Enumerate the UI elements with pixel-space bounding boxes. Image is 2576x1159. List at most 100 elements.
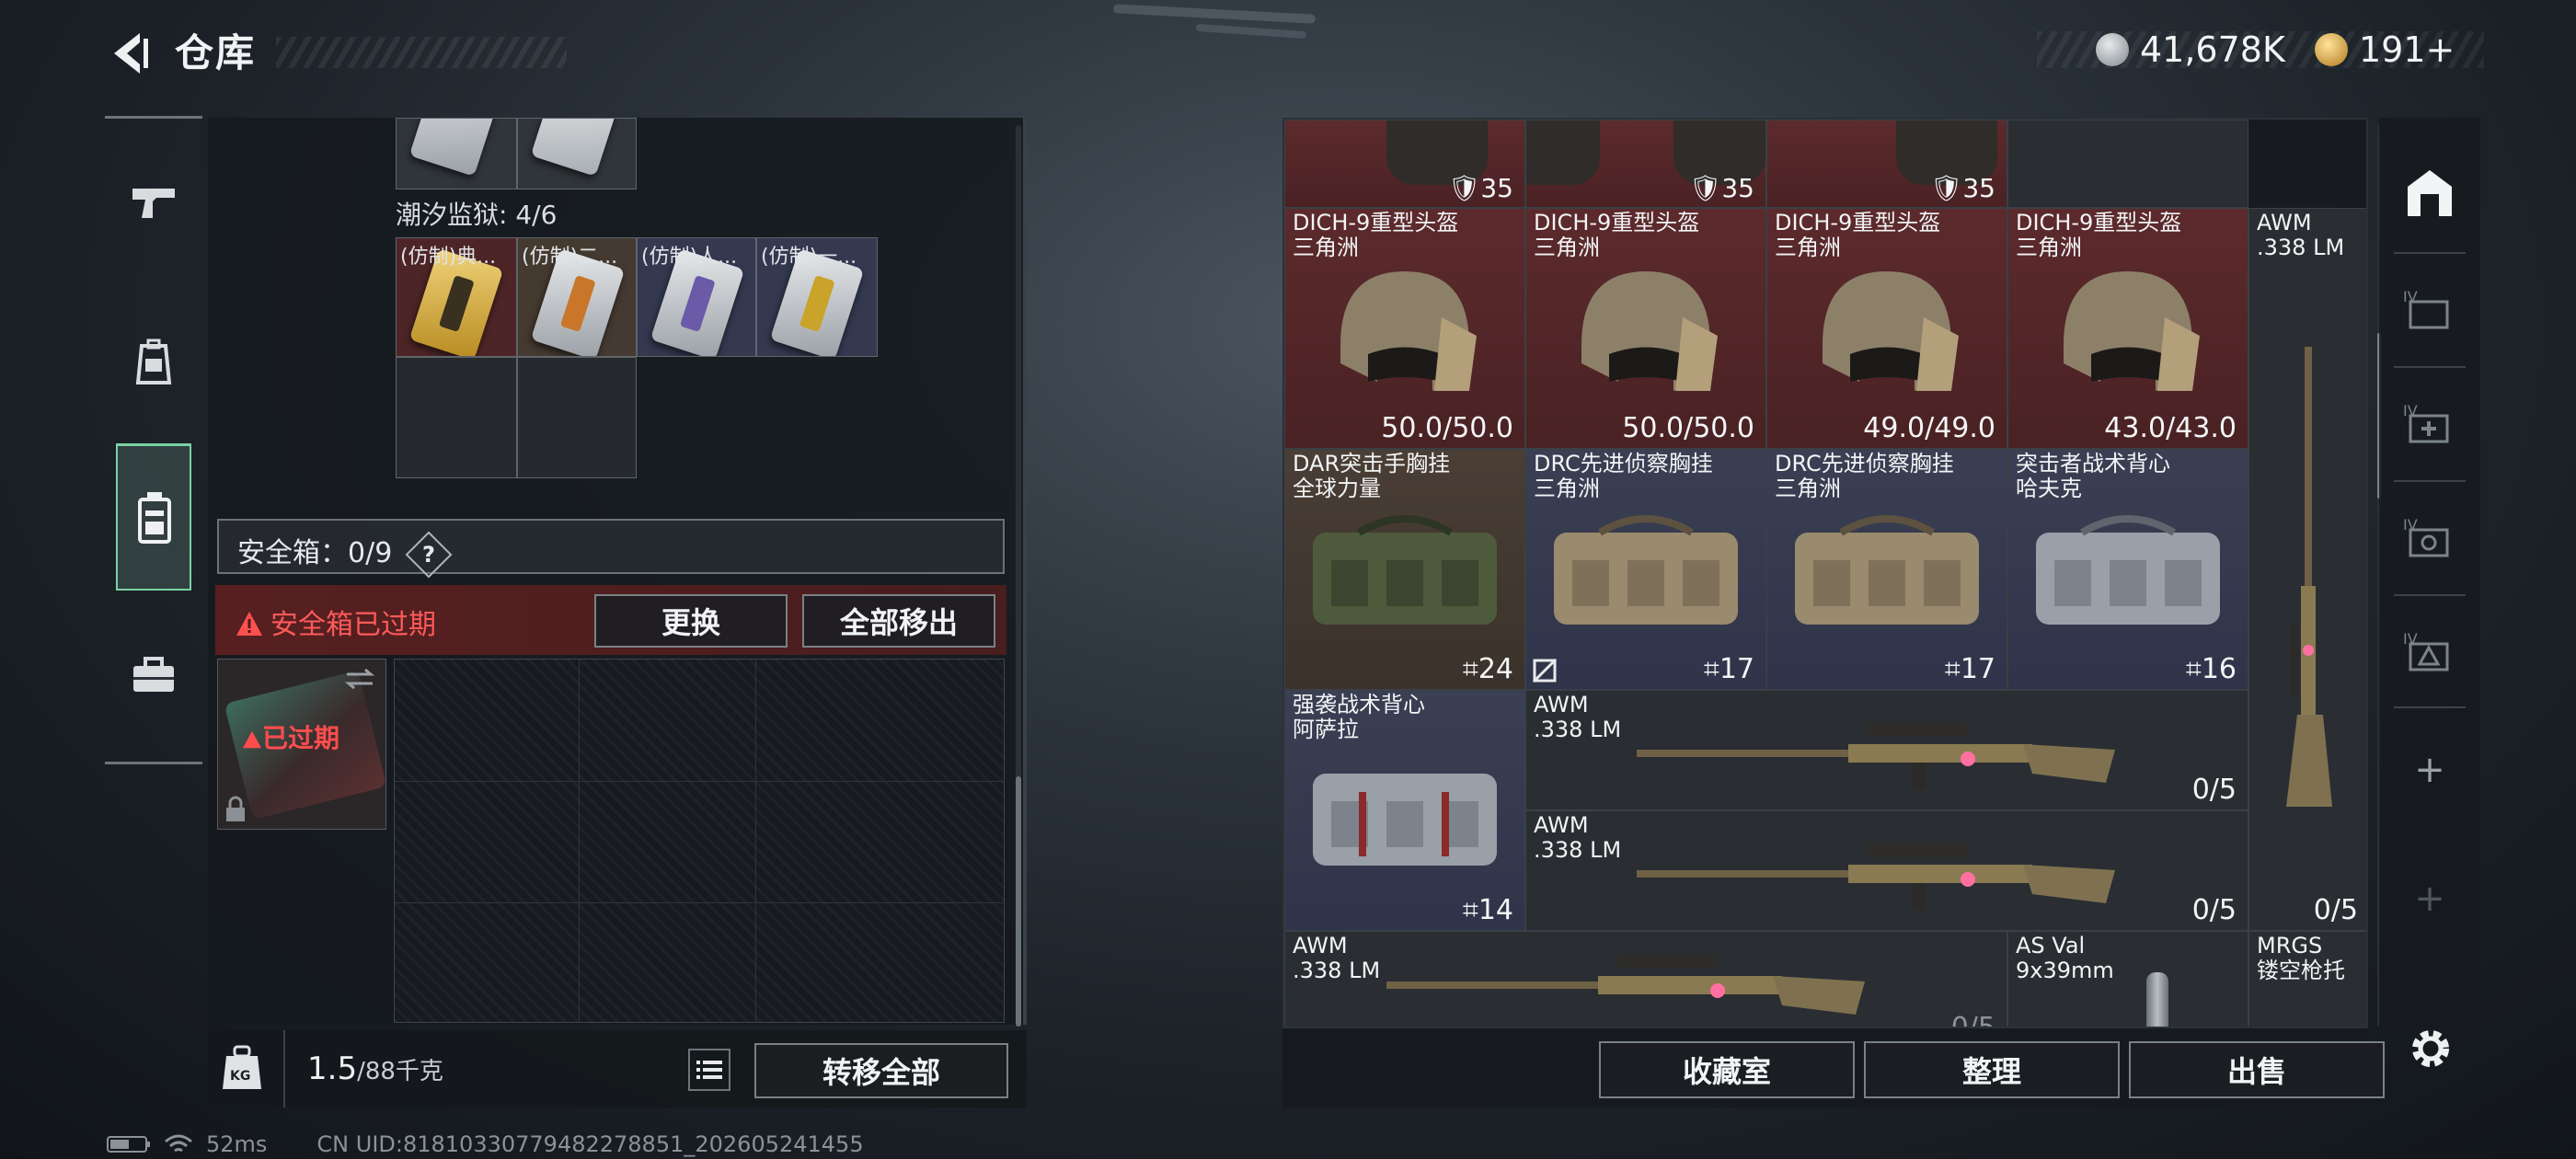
- helmet-item[interactable]: DICH-9重型头盔 三角洲 49.0/49.0: [1766, 208, 2007, 449]
- stash-item[interactable]: 🛡35: [1766, 120, 2007, 208]
- helmet-item[interactable]: DICH-9重型头盔 三角洲 43.0/43.0: [2007, 208, 2248, 449]
- chest-rig-icon: [1313, 515, 1497, 625]
- list-view-button[interactable]: [688, 1049, 730, 1091]
- rig-item[interactable]: DAR突击手胸挂 全球力量 ⌗24: [1284, 449, 1525, 690]
- gold-currency[interactable]: 191+: [2315, 29, 2455, 70]
- replace-button[interactable]: 更换: [594, 594, 788, 648]
- sell-button[interactable]: 出售: [2129, 1041, 2385, 1098]
- warning-icon: [243, 730, 261, 749]
- sniper-rifle-icon: [1386, 954, 1865, 1015]
- keycard-slot[interactable]: (仿制)人...: [637, 237, 756, 357]
- pistol-icon: [132, 189, 175, 218]
- stash-grid[interactable]: 🛡35 🛡35 🛡35 DICH-9重型头盔 三角洲 50.0/50.0 DICH…: [1282, 118, 2368, 1028]
- page-title: 仓库: [175, 30, 257, 75]
- stash-home-icon: [2408, 170, 2452, 216]
- lock-icon: [226, 796, 245, 821]
- status-bar: 52ms CN UID:818103307794822788​51_202605…: [107, 1131, 864, 1157]
- item-slot[interactable]: [517, 118, 637, 189]
- expired-warning-bar: 安全箱已过期 更换 全部移出: [215, 585, 1006, 655]
- ammo-count: 0/5: [2191, 774, 2237, 806]
- swap-icon[interactable]: [343, 667, 376, 691]
- helmet-icon: [1581, 271, 1718, 391]
- container-icon: [138, 492, 171, 544]
- helmet-item[interactable]: DICH-9重型头盔 三角洲 50.0/50.0: [1525, 208, 1766, 449]
- divider: [283, 1030, 285, 1107]
- helmet-icon: [1823, 271, 1959, 391]
- chest-rig-icon: [1795, 515, 1979, 625]
- uid-text: CN UID:818103307794822788​51_20260524145…: [316, 1131, 864, 1157]
- capacity-icon: ⌗: [1462, 894, 1478, 926]
- stash-page-tab[interactable]: IV: [2399, 622, 2460, 683]
- keycard-slot[interactable]: (仿制)一...: [756, 237, 878, 357]
- suppressor-icon: [2146, 972, 2168, 1027]
- vest-item[interactable]: 强袭战术背心 阿萨拉 ⌗14: [1284, 690, 1525, 931]
- awm-vertical-item[interactable]: AWM .338 LM 0/5: [2248, 208, 2366, 931]
- stash-page-tab[interactable]: IV: [2399, 280, 2460, 340]
- sort-button[interactable]: 整理: [1864, 1041, 2120, 1098]
- expired-message: 安全箱已过期: [270, 609, 436, 641]
- empty-slot[interactable]: [396, 357, 517, 478]
- safe-box-grid[interactable]: [394, 659, 1005, 1023]
- sidebar-divider-top: [105, 116, 202, 119]
- stash-item[interactable]: [2007, 120, 2248, 208]
- awm-item[interactable]: AWM .338 LM 0/5: [1525, 810, 2248, 931]
- no-insure-icon: [1532, 658, 1558, 683]
- keycard-slot[interactable]: (仿制)二...: [517, 237, 637, 357]
- ammo-count: 0/5: [2191, 894, 2237, 926]
- sidebar-item-equipment[interactable]: [116, 324, 191, 399]
- keycard-slot[interactable]: (仿制)典...: [396, 237, 517, 357]
- awm-item[interactable]: AWM .338 LM 0/5: [1525, 690, 2248, 810]
- stash-item[interactable]: 🛡35: [1284, 120, 1525, 208]
- sidebar-item-toolbox[interactable]: [116, 638, 191, 714]
- settings-button[interactable]: [2403, 1021, 2458, 1076]
- capacity-icon: ⌗: [1462, 653, 1478, 685]
- back-button[interactable]: [103, 28, 155, 79]
- sidebar-divider-bottom: [105, 762, 202, 764]
- add-page-button[interactable]: +: [2399, 740, 2460, 800]
- item-slot[interactable]: [396, 118, 517, 189]
- safe-box-label: 安全箱：0/9: [237, 537, 393, 569]
- collection-room-button[interactable]: 收藏室: [1599, 1041, 1855, 1098]
- stash-page-tab[interactable]: IV: [2399, 394, 2460, 454]
- gold-coin-icon: [2315, 33, 2348, 66]
- keycard-name: (仿制)一...: [761, 246, 857, 269]
- title-decoration: [276, 37, 567, 68]
- safe-box-header: 安全箱：0/9 ?: [217, 519, 1005, 578]
- stash-home-tab[interactable]: [2399, 162, 2460, 223]
- weight-icon: KG: [217, 1043, 267, 1095]
- keycard-name: (仿制)人...: [641, 246, 738, 269]
- asval-item[interactable]: AS Val 9x39mm: [2007, 931, 2248, 1027]
- list-icon: [696, 1061, 722, 1079]
- warning-text-row: 安全箱已过期: [236, 602, 436, 642]
- helmet-item[interactable]: DICH-9重型头盔 三角洲 50.0/50.0: [1284, 208, 1525, 449]
- left-scroll-thumb[interactable]: [1016, 776, 1021, 1027]
- stash-item[interactable]: 🛡35: [1525, 120, 1766, 208]
- keycard-name: (仿制)二...: [522, 246, 618, 269]
- awm-item[interactable]: AWM .338 LM 0/5: [1284, 931, 2007, 1028]
- rig-item[interactable]: 突击者战术背心 哈夫克 ⌗16: [2007, 449, 2248, 690]
- durability: 43.0/43.0: [2104, 412, 2237, 444]
- safe-box-item[interactable]: 已过期: [217, 659, 387, 830]
- helmet-icon: [2064, 271, 2200, 391]
- sniper-rifle-icon: [2286, 347, 2332, 807]
- tactical-vest-icon: [1313, 774, 1497, 866]
- expired-tag: 已过期: [242, 718, 339, 755]
- weight-value: 1.5: [307, 1050, 358, 1087]
- rig-item[interactable]: DRC先进侦察胸挂 三角洲 ⌗17: [1525, 449, 1766, 690]
- rig-item[interactable]: DRC先进侦察胸挂 三角洲 ⌗17: [1766, 449, 2007, 690]
- mrgs-item[interactable]: MRGS 镂空枪托: [2248, 931, 2366, 1027]
- silver-coin-icon: [2096, 33, 2129, 66]
- stash-page-tab[interactable]: IV: [2399, 508, 2460, 568]
- remove-all-button[interactable]: 全部移出: [802, 594, 995, 648]
- medical-folder-icon: IV: [2403, 402, 2449, 443]
- ammo-count: 0/5: [1950, 1012, 1995, 1028]
- help-icon[interactable]: ?: [405, 531, 453, 578]
- sidebar-item-weapons[interactable]: [116, 166, 191, 241]
- warning-icon: [236, 612, 262, 636]
- sidebar-item-storage-active[interactable]: [116, 443, 191, 591]
- capacity-icon: ⌗: [1703, 653, 1719, 685]
- weight-capacity: /88千克: [357, 1058, 443, 1085]
- empty-slot[interactable]: [517, 357, 637, 478]
- silver-currency[interactable]: 41,678K: [2096, 29, 2285, 70]
- transfer-all-button[interactable]: 转移全部: [754, 1043, 1008, 1098]
